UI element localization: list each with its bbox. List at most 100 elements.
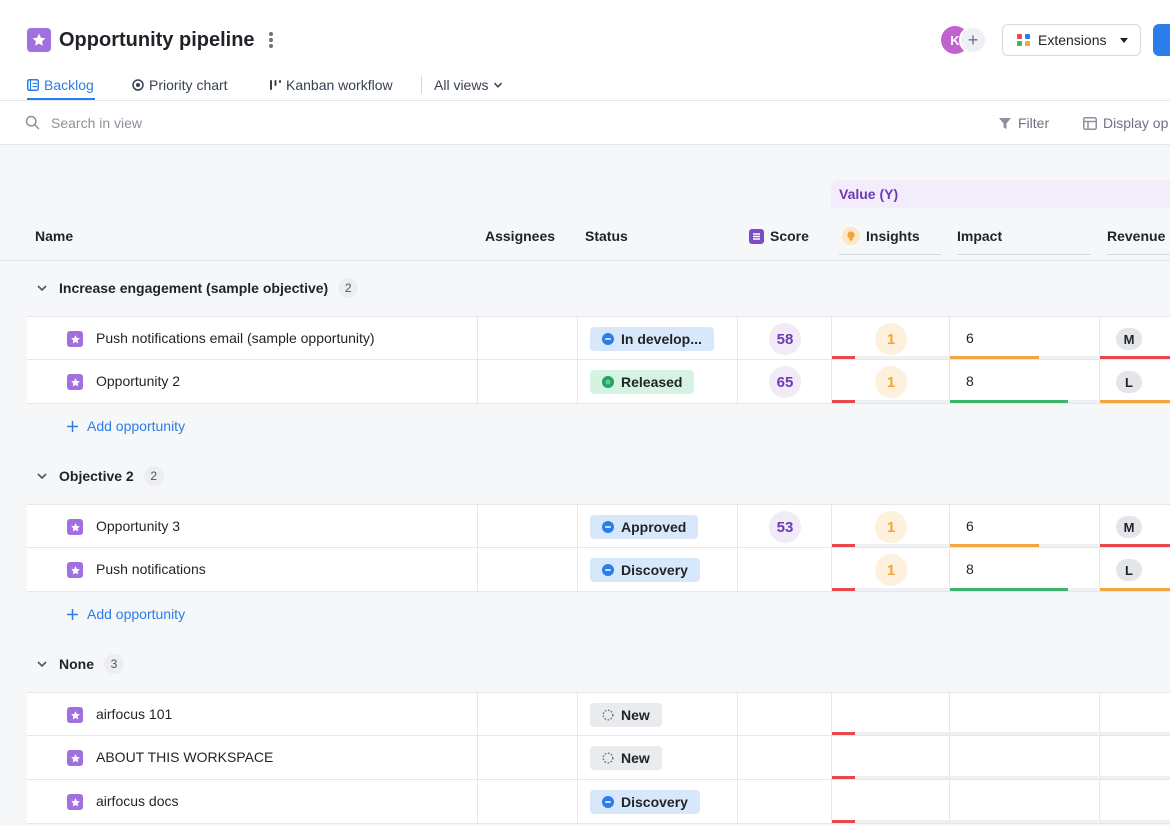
opportunity-star-icon <box>67 707 83 723</box>
revenue-badge[interactable]: M <box>1116 516 1142 538</box>
cell-divider <box>831 317 832 359</box>
cell-divider <box>737 693 738 735</box>
cell-divider <box>831 693 832 735</box>
more-options-icon[interactable] <box>262 30 280 50</box>
group-header[interactable]: Increase engagement (sample objective) 2 <box>35 278 359 298</box>
insights-bar <box>832 776 949 779</box>
kanban-icon <box>270 80 281 90</box>
tab-label: All views <box>434 77 489 93</box>
opportunity-name[interactable]: Opportunity 2 <box>96 373 180 389</box>
insights-badge[interactable]: 1 <box>875 323 907 355</box>
status-label: In develop... <box>621 331 702 347</box>
status-badge[interactable]: Discovery <box>590 790 700 814</box>
column-header-impact[interactable]: Impact <box>957 227 1002 245</box>
revenue-badge[interactable]: L <box>1116 559 1142 581</box>
table-row[interactable]: airfocus 101 New <box>27 692 1170 736</box>
column-title: Name <box>35 228 74 244</box>
display-options-button[interactable]: Display op <box>1083 114 1168 132</box>
cell-divider <box>577 548 578 591</box>
add-opportunity-button[interactable]: Add opportunity <box>66 605 185 623</box>
impact-bar <box>950 820 1098 823</box>
tab-all-views[interactable]: All views <box>434 76 503 94</box>
opportunity-name[interactable]: ABOUT THIS WORKSPACE <box>96 749 273 765</box>
tab-priority-chart[interactable]: Priority chart <box>132 76 228 94</box>
cell-divider <box>477 693 478 735</box>
status-icon <box>602 752 614 764</box>
score-badge: 65 <box>769 366 801 398</box>
impact-value[interactable]: 6 <box>966 518 974 534</box>
opportunity-star-icon <box>67 750 83 766</box>
cell-divider <box>949 505 950 547</box>
table-row[interactable]: Opportunity 3 Approved 53 1 6 M <box>27 504 1170 548</box>
impact-value[interactable]: 8 <box>966 561 974 577</box>
status-badge[interactable]: Approved <box>590 515 699 539</box>
table-row[interactable]: ABOUT THIS WORKSPACE New <box>27 736 1170 780</box>
insights-badge[interactable]: 1 <box>875 554 907 586</box>
table-row[interactable]: Push notifications email (sample opportu… <box>27 316 1170 360</box>
chevron-down-icon[interactable] <box>35 657 49 671</box>
chevron-down-icon[interactable] <box>35 469 49 483</box>
extensions-grid-icon <box>1017 33 1030 47</box>
add-member-button[interactable]: + <box>959 26 987 54</box>
column-header-status[interactable]: Status <box>585 227 628 245</box>
insights-badge[interactable]: 1 <box>875 511 907 543</box>
status-badge[interactable]: Discovery <box>590 558 700 582</box>
column-header-name[interactable]: Name <box>35 227 73 245</box>
group-header[interactable]: Objective 2 2 <box>35 466 164 486</box>
status-icon <box>602 564 614 576</box>
column-underline <box>1107 254 1170 255</box>
insights-bar <box>832 820 949 823</box>
score-badge: 53 <box>769 511 801 543</box>
status-badge[interactable]: Released <box>590 370 695 394</box>
column-header-insights[interactable]: Insights <box>842 227 920 245</box>
table-row[interactable]: Opportunity 2 Released 65 1 8 L <box>27 360 1170 404</box>
insights-bar <box>832 356 949 359</box>
impact-value[interactable]: 8 <box>966 373 974 389</box>
extensions-label: Extensions <box>1038 32 1107 48</box>
opportunity-name[interactable]: Push notifications <box>96 561 206 577</box>
table-row[interactable]: Push notifications Discovery 1 8 L <box>27 548 1170 592</box>
search-icon <box>25 115 40 130</box>
column-header-score[interactable]: Score <box>749 227 809 245</box>
search-input[interactable] <box>51 114 351 132</box>
cell-divider <box>1099 548 1100 591</box>
opportunity-name[interactable]: Push notifications email (sample opportu… <box>96 330 375 346</box>
status-badge[interactable]: In develop... <box>590 327 714 351</box>
tab-divider <box>421 76 422 94</box>
revenue-badge[interactable]: L <box>1116 371 1142 393</box>
group-header[interactable]: None 3 <box>35 654 124 674</box>
impact-value[interactable]: 6 <box>966 330 974 346</box>
table-row[interactable]: airfocus docs Discovery <box>27 780 1170 824</box>
primary-action-button[interactable] <box>1153 24 1170 56</box>
display-icon <box>1083 116 1097 130</box>
revenue-badge[interactable]: M <box>1116 328 1142 350</box>
status-badge[interactable]: New <box>590 703 662 727</box>
status-label: New <box>621 750 650 766</box>
status-label: New <box>621 707 650 723</box>
insights-bar <box>832 544 949 547</box>
chevron-down-icon[interactable] <box>35 281 49 295</box>
cell-divider <box>949 360 950 403</box>
column-header-revenue[interactable]: Revenue <box>1107 227 1165 245</box>
caret-down-icon <box>1120 37 1129 43</box>
cell-divider <box>577 360 578 403</box>
column-title: Revenue <box>1107 228 1166 244</box>
status-badge[interactable]: New <box>590 746 662 770</box>
column-header-assignees[interactable]: Assignees <box>485 227 555 245</box>
opportunity-name[interactable]: Opportunity 3 <box>96 518 180 534</box>
add-opportunity-button[interactable]: Add opportunity <box>66 417 185 435</box>
group-count-badge: 2 <box>143 466 164 486</box>
extensions-button[interactable]: Extensions <box>1002 24 1141 56</box>
cell-divider <box>1099 736 1100 779</box>
tab-kanban-workflow[interactable]: Kanban workflow <box>270 76 393 94</box>
opportunity-name[interactable]: airfocus docs <box>96 793 178 809</box>
cell-divider <box>949 736 950 779</box>
insights-badge[interactable]: 1 <box>875 366 907 398</box>
opportunity-star-icon <box>67 562 83 578</box>
tab-backlog[interactable]: Backlog <box>27 76 94 94</box>
column-title: Assignees <box>485 228 556 244</box>
filter-button[interactable]: Filter <box>998 114 1049 132</box>
opportunity-name[interactable]: airfocus 101 <box>96 706 172 722</box>
impact-bar <box>950 732 1098 735</box>
tab-label: Backlog <box>44 77 94 93</box>
